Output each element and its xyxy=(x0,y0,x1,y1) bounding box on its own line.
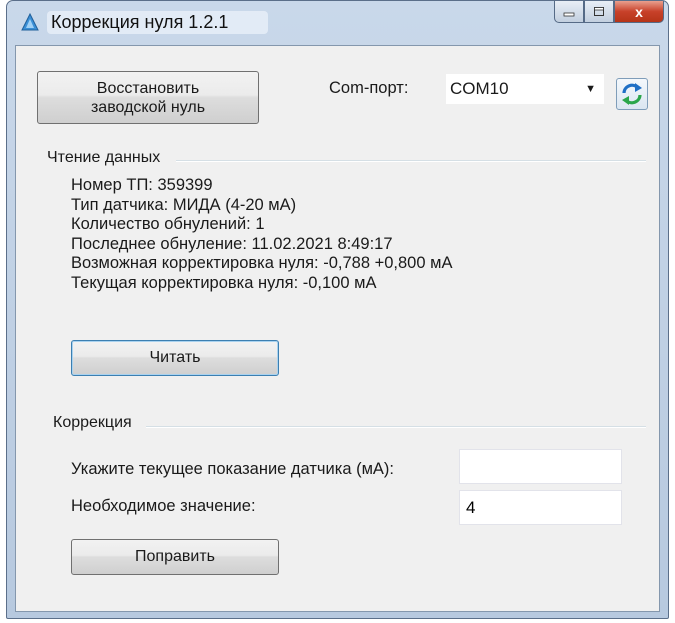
reading-line-possible-correction: Возможная корректировка нуля: -0,788 +0,… xyxy=(71,254,453,272)
refresh-icon xyxy=(622,83,642,105)
minimize-button[interactable] xyxy=(554,1,584,23)
refresh-ports-button[interactable] xyxy=(616,78,648,110)
reading-line-tp-number: Номер ТП: 359399 xyxy=(71,176,213,194)
app-icon xyxy=(21,13,39,31)
reading-info: Номер ТП: 359399 Тип датчика: МИДА (4-20… xyxy=(71,176,452,293)
correction-group-divider xyxy=(146,426,646,428)
maximize-button[interactable] xyxy=(584,1,614,23)
fix-button-label: Поправить xyxy=(135,548,215,565)
minimize-icon xyxy=(563,12,575,16)
restore-factory-zero-button[interactable]: Восстановить заводской нуль xyxy=(37,71,259,124)
com-port-select[interactable]: COM10 ▼ xyxy=(446,74,604,104)
com-port-label: Com-порт: xyxy=(329,79,409,97)
reading-line-sensor-type: Тип датчика: МИДА (4-20 мА) xyxy=(71,195,297,214)
reading-line-current-correction: Текущая корректировка нуля: -0,100 мА xyxy=(71,273,377,292)
window-title: Коррекция нуля 1.2.1 xyxy=(47,11,269,34)
restore-button-line2: заводской нуль xyxy=(90,98,206,116)
client-area: Восстановить заводской нуль Com-порт: CO… xyxy=(15,45,660,612)
caption-buttons: x xyxy=(554,1,664,25)
maximize-icon xyxy=(594,6,604,16)
title-bar[interactable]: Коррекция нуля 1.2.1 x xyxy=(7,1,668,43)
correction-group-title: Коррекция xyxy=(53,414,132,431)
reading-line-zero-count: Количество обнулений: 1 xyxy=(71,215,265,233)
current-reading-label: Укажите текущее показание датчика (мА): xyxy=(71,460,395,478)
reading-line-last-zeroing: Последнее обнуление: 11.02.2021 8:49:17 xyxy=(71,234,393,253)
close-button[interactable]: x xyxy=(614,1,664,23)
current-reading-input[interactable] xyxy=(459,449,622,484)
read-button[interactable]: Читать xyxy=(71,340,279,376)
fix-button[interactable]: Поправить xyxy=(71,539,279,575)
app-window: Коррекция нуля 1.2.1 x Восстановить заво… xyxy=(6,0,669,619)
restore-button-line1: Восстановить xyxy=(96,79,200,97)
chevron-down-icon: ▼ xyxy=(585,83,596,95)
close-icon: x xyxy=(635,3,643,20)
required-value-label: Необходимое значение: xyxy=(71,497,256,515)
reading-group-title: Чтение данных xyxy=(47,149,161,166)
com-port-value: COM10 xyxy=(450,79,509,98)
read-button-label: Читать xyxy=(149,349,201,366)
reading-group-divider xyxy=(176,160,646,162)
required-value-input[interactable] xyxy=(459,490,622,525)
